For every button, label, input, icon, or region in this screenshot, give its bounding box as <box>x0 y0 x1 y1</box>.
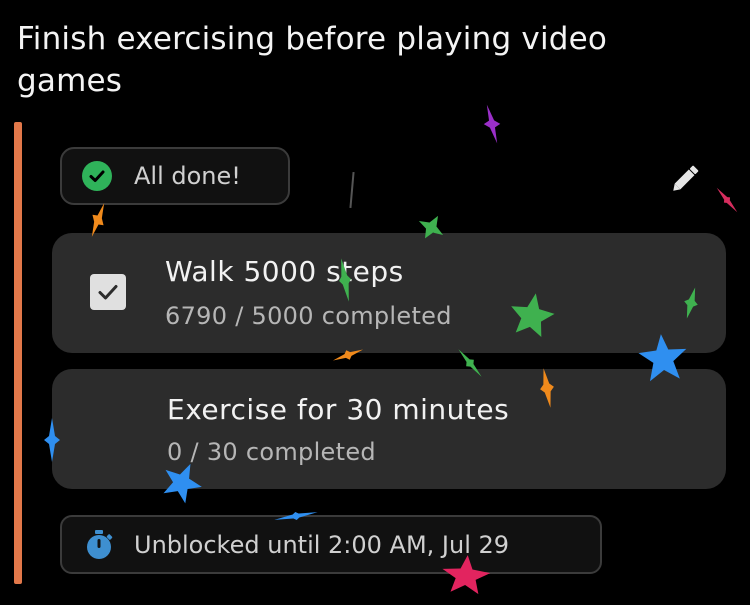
confetti-piece <box>483 104 501 144</box>
task-progress: 6790 / 5000 completed <box>165 302 452 330</box>
goal-title: Finish exercising before playing video g… <box>17 21 608 99</box>
task-progress: 0 / 30 completed <box>167 438 376 466</box>
task-checkbox[interactable] <box>90 274 126 310</box>
status-label: All done! <box>134 162 241 190</box>
check-circle-icon <box>82 161 112 191</box>
unblock-badge: Unblocked until 2:00 AM, Jul 29 <box>60 515 602 574</box>
confetti-piece <box>349 171 355 209</box>
unblock-label: Unblocked until 2:00 AM, Jul 29 <box>134 530 510 559</box>
task-card[interactable]: Exercise for 30 minutes 0 / 30 completed <box>52 369 726 489</box>
status-badge: All done! <box>60 147 290 205</box>
stopwatch-icon <box>82 528 116 562</box>
goal-accent-bar <box>14 122 22 584</box>
task-title: Exercise for 30 minutes <box>167 393 510 426</box>
pencil-icon[interactable] <box>666 158 706 198</box>
confetti-piece <box>716 187 738 213</box>
task-title: Walk 5000 steps <box>165 255 404 288</box>
task-card[interactable]: Walk 5000 steps 6790 / 5000 completed <box>52 233 726 353</box>
